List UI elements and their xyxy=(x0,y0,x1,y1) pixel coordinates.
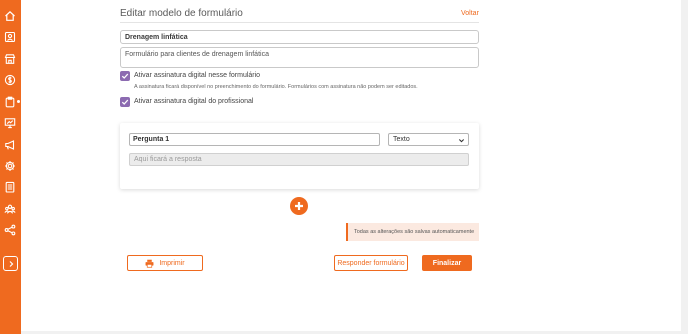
finance-icon[interactable] xyxy=(3,73,17,87)
active-indicator xyxy=(17,100,20,103)
answer-placeholder-field: Aqui ficará a resposta xyxy=(129,153,469,166)
title-divider xyxy=(120,22,479,23)
checkmark-icon xyxy=(121,73,129,79)
respond-form-button[interactable]: Responder formulário xyxy=(334,255,408,271)
question-title-input[interactable]: Pergunta 1 xyxy=(129,133,380,146)
store-icon[interactable] xyxy=(3,52,17,66)
clients-icon[interactable] xyxy=(3,30,17,44)
form-name-input[interactable]: Drenagem linfática xyxy=(120,30,479,44)
digital-signature-label: Ativar assinatura digital nesse formulár… xyxy=(134,72,261,79)
question-type-select[interactable]: Texto xyxy=(388,133,469,146)
sidebar xyxy=(0,0,21,334)
digital-signature-hint: A assinatura ficará disponível no preenc… xyxy=(134,84,418,90)
scroll-gutter xyxy=(681,0,688,334)
print-button[interactable]: Imprimir xyxy=(127,255,203,271)
expand-sidebar-button[interactable] xyxy=(3,256,18,271)
professional-signature-label: Ativar assinatura digital do profissiona… xyxy=(134,98,254,105)
digital-signature-checkbox[interactable] xyxy=(120,71,130,81)
chevron-down-icon xyxy=(458,139,465,143)
settings-icon[interactable] xyxy=(3,159,17,173)
chevron-right-icon xyxy=(9,260,13,267)
team-icon[interactable] xyxy=(3,202,17,216)
megaphone-icon[interactable] xyxy=(3,138,17,152)
back-link[interactable]: Voltar xyxy=(461,10,479,17)
checkmark-icon xyxy=(121,99,129,105)
page-title: Editar modelo de formulário xyxy=(120,8,243,19)
clipboard-icon[interactable] xyxy=(3,95,17,109)
print-label: Imprimir xyxy=(159,259,185,267)
finish-button[interactable]: Finalizar xyxy=(422,255,472,271)
forms-icon[interactable] xyxy=(3,180,17,194)
form-description-input[interactable]: Formulário para clientes de drenagem lin… xyxy=(120,47,479,68)
autosave-notice: Todas as alterações são salvas automatic… xyxy=(346,223,479,241)
plus-icon xyxy=(295,202,303,210)
add-question-button[interactable] xyxy=(290,197,308,215)
share-icon[interactable] xyxy=(3,223,17,237)
home-icon[interactable] xyxy=(3,9,17,23)
presentation-icon[interactable] xyxy=(3,116,17,130)
question-type-value: Texto xyxy=(393,136,410,143)
printer-icon xyxy=(145,259,154,268)
professional-signature-checkbox[interactable] xyxy=(120,97,130,107)
